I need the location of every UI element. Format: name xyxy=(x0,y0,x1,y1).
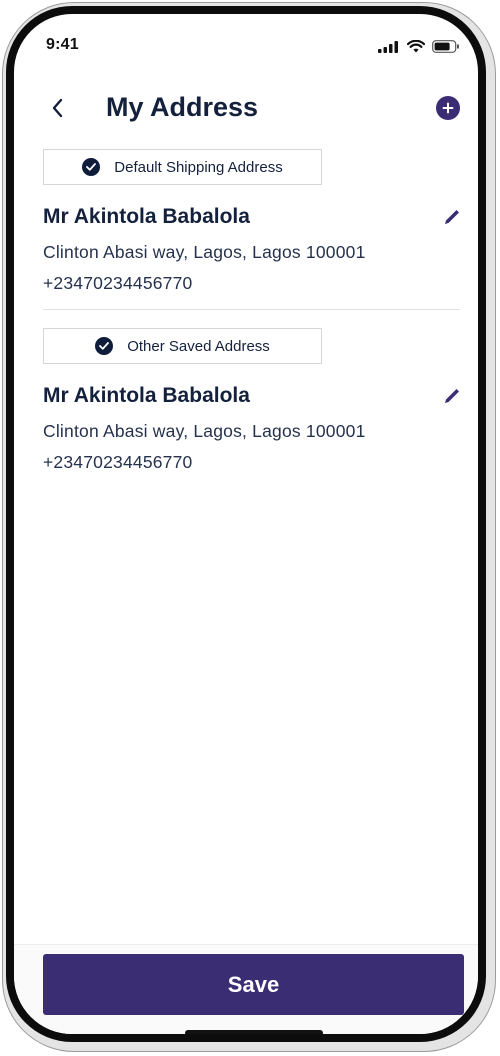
edit-address-button[interactable] xyxy=(442,207,462,227)
page-title: My Address xyxy=(106,92,259,122)
address-name: Mr Akintola Babalola xyxy=(43,384,250,407)
back-button[interactable] xyxy=(44,94,72,122)
divider xyxy=(43,309,460,310)
pencil-icon xyxy=(445,210,459,224)
other-saved-tag: Other Saved Address xyxy=(43,328,322,364)
section-tag-label: Other Saved Address xyxy=(127,337,270,355)
address-phone: +23470234456770 xyxy=(43,273,193,293)
address-phone: +23470234456770 xyxy=(43,452,193,472)
header: My Address xyxy=(14,86,478,130)
status-icons xyxy=(378,40,460,53)
add-address-button[interactable] xyxy=(436,96,460,120)
edit-address-button[interactable] xyxy=(442,386,462,406)
address-line: Clinton Abasi way, Lagos, Lagos 100001 xyxy=(43,242,366,262)
address-line: Clinton Abasi way, Lagos, Lagos 100001 xyxy=(43,421,366,441)
address-name: Mr Akintola Babalola xyxy=(43,205,250,228)
chevron-left-icon xyxy=(52,98,63,118)
pencil-icon xyxy=(445,389,459,403)
status-time: 9:41 xyxy=(46,36,79,53)
check-circle-icon xyxy=(82,158,101,176)
default-shipping-tag: Default Shipping Address xyxy=(43,149,322,185)
wifi-icon xyxy=(407,40,425,53)
section-tag-label: Default Shipping Address xyxy=(114,158,283,176)
battery-icon xyxy=(432,40,459,53)
save-button[interactable]: Save xyxy=(43,954,464,1015)
plus-circle-icon xyxy=(442,102,454,114)
signal-icon xyxy=(378,40,398,53)
screen: 9:41 My Address Default Shipping Address… xyxy=(14,14,478,1034)
home-indicator xyxy=(185,1030,323,1034)
check-circle-icon xyxy=(95,337,114,355)
phone-bezel: 9:41 My Address Default Shipping Address… xyxy=(6,6,486,1042)
